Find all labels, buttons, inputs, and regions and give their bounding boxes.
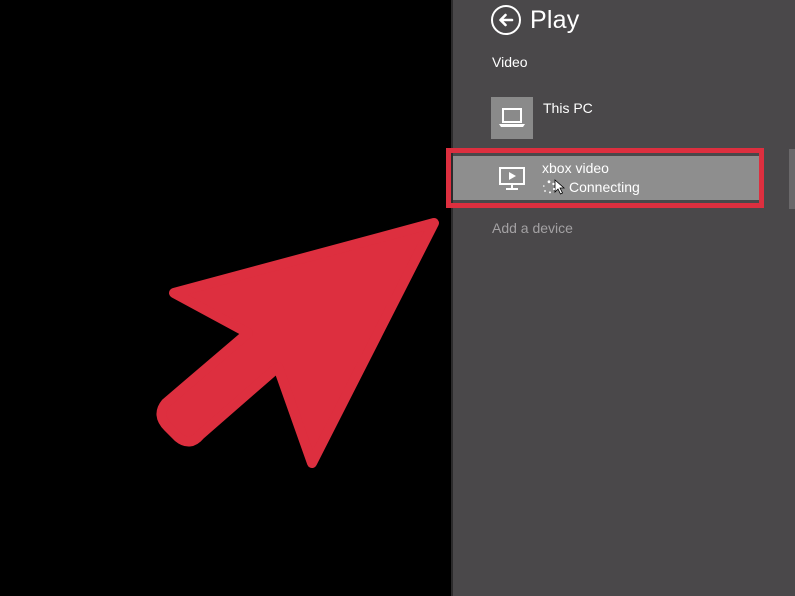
scrollbar[interactable]: [789, 149, 795, 209]
add-device-link[interactable]: Add a device: [492, 220, 573, 236]
panel-header: Play: [491, 2, 579, 38]
panel-title: Play: [530, 5, 580, 34]
highlight-box: [446, 148, 764, 208]
back-arrow-icon: [499, 13, 514, 27]
play-charm-panel: Play Video This PC xbox video Connecting…: [446, 0, 795, 596]
red-arrow-icon: [156, 218, 439, 468]
device-this-pc[interactable]: This PC: [491, 97, 593, 139]
device-name: This PC: [543, 100, 593, 116]
section-label-video: Video: [492, 54, 528, 70]
back-button[interactable]: [491, 5, 521, 35]
desktop-background: Play Video This PC xbox video Connecting…: [0, 0, 795, 596]
laptop-icon: [491, 97, 533, 139]
